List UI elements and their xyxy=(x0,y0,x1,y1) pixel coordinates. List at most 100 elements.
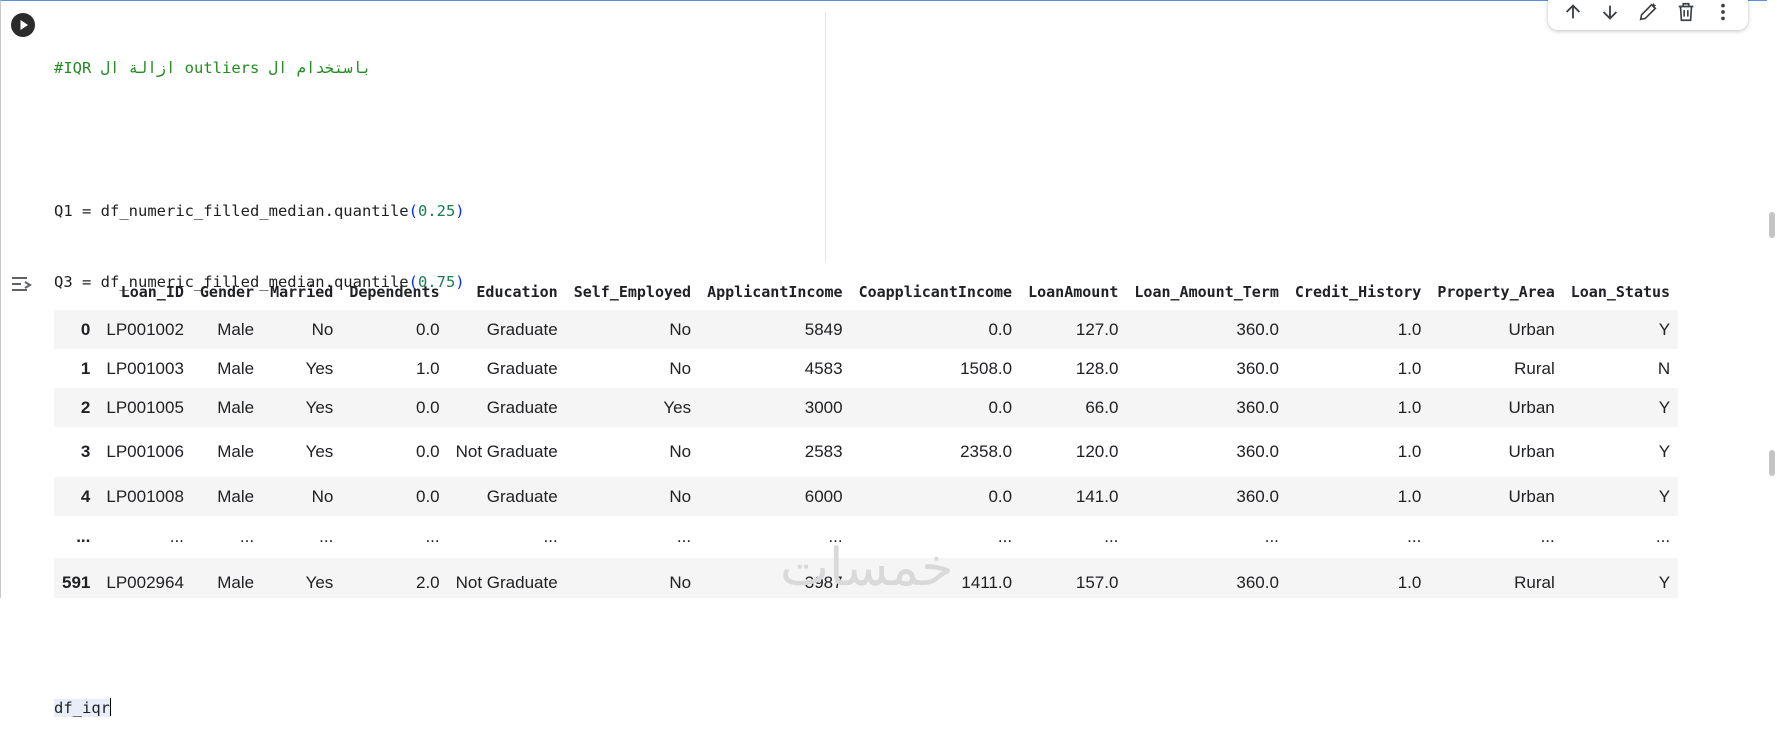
table-cell: 0.0 xyxy=(415,442,440,461)
table-cell: 360.0 xyxy=(1236,486,1279,506)
table-cell: 1.0 xyxy=(1397,358,1422,378)
table-cell: Rural xyxy=(1514,358,1555,378)
table-cell: Graduate xyxy=(486,397,558,417)
play-icon xyxy=(20,20,28,30)
column-header: Gender xyxy=(199,283,255,301)
table-cell: LP001002 xyxy=(106,319,184,339)
table-cell: Urban xyxy=(1508,486,1555,506)
table-cell: 0.0 xyxy=(415,486,440,506)
delete-button[interactable] xyxy=(1672,0,1700,26)
table-cell: No xyxy=(669,319,692,339)
edit-button[interactable] xyxy=(1634,0,1662,26)
code-editor[interactable]: #IQR ازالة ال outliers باستخدام ال Q1 = … xyxy=(54,10,1774,718)
column-header: Married xyxy=(270,283,334,301)
table-cell: 360.0 xyxy=(1236,442,1279,461)
column-header: Dependents xyxy=(349,283,440,301)
table-cell: Urban xyxy=(1508,319,1555,339)
table-cell: LP001006 xyxy=(106,442,184,461)
run-cell-button[interactable] xyxy=(11,13,35,37)
more-vert-icon xyxy=(1721,3,1726,21)
table-cell: 360.0 xyxy=(1236,319,1279,339)
table-cell: 4583 xyxy=(804,358,843,378)
table-cell: No xyxy=(669,573,692,592)
table-cell: 1.0 xyxy=(1397,442,1422,461)
table-cell: 0.0 xyxy=(988,486,1013,506)
table-cell: Y xyxy=(1658,397,1671,417)
row-index: 0 xyxy=(80,319,91,339)
table-cell: Not Graduate xyxy=(455,442,558,461)
table-cell: 360.0 xyxy=(1236,358,1279,378)
table-cell: Yes xyxy=(305,442,334,461)
table-cell: Male xyxy=(217,486,255,506)
column-header: Loan_Status xyxy=(1570,283,1671,301)
table-cell: ... xyxy=(676,527,692,546)
table-cell: 1.0 xyxy=(1397,486,1422,506)
table-cell: 0.0 xyxy=(988,397,1013,417)
table-cell: Yes xyxy=(305,573,334,592)
table-row: 4 LP001008 Male No 0.0 Graduate No 6000 0.0 141.0… xyxy=(54,477,1679,516)
table-cell: ... xyxy=(425,527,440,546)
arrow-down-icon xyxy=(1603,5,1618,20)
table-cell: ... xyxy=(239,527,255,546)
table-cell: ... xyxy=(319,527,334,546)
table-cell: 360.0 xyxy=(1236,573,1279,592)
table-cell: Y xyxy=(1658,573,1671,592)
table-cell: ... xyxy=(543,527,558,546)
table-cell: 1.0 xyxy=(1397,319,1422,339)
column-header: ApplicantIncome xyxy=(707,283,843,301)
table-cell: No xyxy=(311,319,334,339)
table-cell: 0.0 xyxy=(415,397,440,417)
dataframe-table: Loan_ID Gender Married Dependents Education S… xyxy=(54,274,1679,598)
table-row: 2 LP001005 Male Yes 0.0 Graduate Yes 3000 0.0 66.… xyxy=(54,388,1679,427)
table-cell: 127.0 xyxy=(1075,319,1119,339)
table-cell: 66.0 xyxy=(1085,397,1119,417)
row-index: ... xyxy=(76,527,91,546)
move-down-button[interactable] xyxy=(1596,0,1624,26)
row-index: 591 xyxy=(62,573,91,592)
table-cell: Graduate xyxy=(486,358,558,378)
table-cell: LP002964 xyxy=(106,573,184,592)
table-cell: 3987 xyxy=(804,573,843,592)
table-cell: No xyxy=(311,486,334,506)
table-cell: Graduate xyxy=(486,319,558,339)
table-cell: LP001005 xyxy=(106,397,184,417)
index-header xyxy=(54,274,98,310)
trash-icon xyxy=(1678,2,1693,22)
table-cell: ... xyxy=(1655,527,1671,546)
more-options-button[interactable] xyxy=(1709,0,1737,26)
code-line-last: df_iqr xyxy=(54,698,111,718)
row-index: 1 xyxy=(80,358,91,378)
table-cell: Graduate xyxy=(486,486,558,506)
table-row: 0 LP001002 Male No 0.0 Graduate No 5849 0.0 127.0… xyxy=(54,310,1679,349)
table-cell: 1508.0 xyxy=(960,358,1013,378)
table-cell: 2.0 xyxy=(415,573,440,592)
table-row: ........................................… xyxy=(54,516,1679,558)
table-cell: 0.0 xyxy=(415,319,440,339)
dataframe-output: Loan_ID Gender Married Dependents Education S… xyxy=(54,274,1764,598)
output-actions-button[interactable] xyxy=(9,272,35,298)
scrollbar-handle[interactable] xyxy=(1769,212,1775,238)
table-cell: 1.0 xyxy=(415,358,440,378)
table-header-row: Loan_ID Gender Married Dependents Education S… xyxy=(54,274,1678,310)
move-up-button[interactable] xyxy=(1559,0,1587,26)
pencil-icon xyxy=(1639,2,1657,21)
column-header: Loan_ID xyxy=(120,283,184,301)
column-header: CoapplicantIncome xyxy=(858,283,1013,301)
table-cell: No xyxy=(669,486,692,506)
output-menu-icon xyxy=(12,277,32,291)
arrow-up-icon xyxy=(1565,4,1580,19)
table-cell: Y xyxy=(1658,486,1671,506)
table-cell: 1.0 xyxy=(1397,573,1422,592)
table-row: 3 LP001006 Male Yes 0.0 Not Graduate No 2583 235… xyxy=(54,427,1679,477)
table-cell: N xyxy=(1657,358,1671,378)
table-cell: Male xyxy=(217,319,255,339)
code-comment: #IQR ازالة ال outliers باستخدام ال xyxy=(54,59,372,78)
row-index: 2 xyxy=(80,397,91,417)
code-line-q1: Q1 = df_numeric_filled_median.quantile(0… xyxy=(54,201,465,220)
table-row: 1 LP001003 Male Yes 1.0 Graduate No 4583 1508.0 1… xyxy=(54,349,1679,388)
scrollbar-handle[interactable] xyxy=(1769,450,1775,476)
table-cell: 157.0 xyxy=(1075,573,1119,592)
table-row: 591 LP002964 Male Yes 2.0 Not Graduate No 3987 1… xyxy=(54,558,1679,598)
table-cell: 3000 xyxy=(804,397,843,417)
table-cell: Yes xyxy=(305,397,334,417)
